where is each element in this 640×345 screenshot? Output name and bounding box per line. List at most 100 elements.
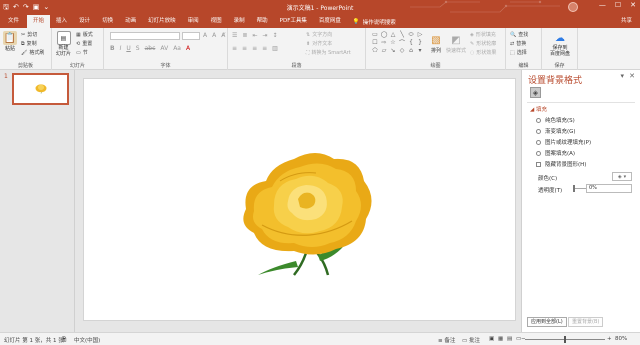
bold-icon[interactable]: B xyxy=(110,45,115,52)
shape-gallery-item[interactable]: ↘ xyxy=(389,47,397,54)
apply-to-all-button[interactable]: 应用到全部(L) xyxy=(527,317,567,327)
align-center-icon[interactable]: ≡ xyxy=(242,45,247,52)
picture-fill-option[interactable]: 图片或纹理填充(P) xyxy=(536,138,591,146)
tab-view[interactable]: 视图 xyxy=(205,15,228,28)
pattern-fill-option[interactable]: 图案填充(A) xyxy=(536,149,575,157)
align-left-icon[interactable]: ≡ xyxy=(232,45,237,52)
shape-gallery-item[interactable]: ◇ xyxy=(398,47,406,54)
tab-help[interactable]: 帮助 xyxy=(251,15,274,28)
select-button[interactable]: ⬚ 选择 xyxy=(510,49,527,57)
clear-format-icon[interactable]: Ⱥ xyxy=(221,32,225,39)
radio-picture-fill[interactable] xyxy=(536,139,541,145)
shape-gallery-item[interactable]: ⬠ xyxy=(371,47,379,54)
shape-gallery-item[interactable]: ▱ xyxy=(380,47,388,54)
minimize-icon[interactable]: — xyxy=(599,1,606,9)
tab-slideshow[interactable]: 幻灯片放映 xyxy=(142,15,182,28)
shadow-icon[interactable]: S xyxy=(136,45,140,52)
reset-button[interactable]: ⟲ 重置 xyxy=(76,40,92,48)
user-avatar[interactable] xyxy=(568,2,578,12)
close-icon[interactable]: ✕ xyxy=(630,1,636,9)
checkbox-hide-graphics[interactable] xyxy=(536,161,541,167)
font-color-icon[interactable]: A xyxy=(186,45,190,52)
slide-sorter-icon[interactable]: ▦ xyxy=(498,336,503,342)
slide-canvas[interactable] xyxy=(83,78,516,321)
line-spacing-icon[interactable]: ↕ xyxy=(272,32,277,39)
find-button[interactable]: 🔍 查找 xyxy=(510,31,528,39)
replace-button[interactable]: ⇄ 替换 xyxy=(510,40,526,48)
transparency-input[interactable]: 0% xyxy=(586,184,632,193)
solid-fill-option[interactable]: 纯色填充(S) xyxy=(536,116,575,124)
smartart-button[interactable]: ⛶ 转换为 SmartArt xyxy=(306,49,351,57)
increase-indent-icon[interactable]: ⇥ xyxy=(262,32,267,39)
shapes-gallery[interactable]: ▭ ◯ △ ╲ ⬭ ▷ ☐ ⇨ ☆ ⌒{} ⬠ ▱ ↘ ◇ ⌂ ▾ xyxy=(371,31,427,55)
shape-gallery-item[interactable]: ◯ xyxy=(380,31,388,38)
change-case-icon[interactable]: Aa xyxy=(173,45,181,52)
strikethrough-icon[interactable]: abc xyxy=(145,45,156,52)
comments-button[interactable]: ▭ 批注 xyxy=(462,336,480,344)
layout-button[interactable]: ▦ 版式 xyxy=(76,31,93,39)
arrange-button[interactable]: ▧ 排列 xyxy=(429,33,443,55)
cut-button[interactable]: ✂ 剪切 xyxy=(21,31,37,39)
italic-icon[interactable]: I xyxy=(120,45,122,52)
tab-transitions[interactable]: 切换 xyxy=(96,15,119,28)
paste-button[interactable]: 📋 粘贴 xyxy=(3,31,17,52)
align-right-icon[interactable]: ≡ xyxy=(252,45,257,52)
shape-gallery-item[interactable]: △ xyxy=(389,31,397,38)
tab-home[interactable]: 开始 xyxy=(27,15,51,28)
decrease-indent-icon[interactable]: ⇤ xyxy=(252,32,257,39)
underline-icon[interactable]: U xyxy=(126,45,130,52)
char-spacing-icon[interactable]: AV xyxy=(160,45,168,52)
bullets-icon[interactable]: ☰ xyxy=(232,32,237,39)
zoom-level[interactable]: 80% xyxy=(615,336,627,342)
tell-me-search[interactable]: 💡 操作说明搜索 xyxy=(347,15,396,28)
reset-background-button[interactable]: 重置背景(B) xyxy=(568,317,604,327)
radio-gradient-fill[interactable] xyxy=(536,128,541,134)
pane-menu-icon[interactable]: ▾ xyxy=(620,72,624,80)
shape-gallery-item[interactable]: ⬭ xyxy=(407,31,415,38)
color-picker-button[interactable]: ◈ ▾ xyxy=(612,172,632,181)
shape-outline-button[interactable]: ✎ 形状轮廓 xyxy=(470,40,496,48)
font-size-input[interactable] xyxy=(182,32,200,40)
shape-effects-button[interactable]: ◌ 形状效果 xyxy=(470,49,496,57)
yellow-rose-image[interactable] xyxy=(232,141,380,279)
tab-insert[interactable]: 插入 xyxy=(50,15,73,28)
zoom-in-icon[interactable]: + xyxy=(607,336,612,342)
tab-baidu-netdisk[interactable]: 百度网盘 xyxy=(313,15,347,28)
shape-fill-button[interactable]: ◈ 形状填充 xyxy=(470,31,496,39)
shape-gallery-item[interactable]: ⌂ xyxy=(407,47,415,54)
columns-icon[interactable]: ▥ xyxy=(272,45,278,52)
shape-gallery-item[interactable]: ☆ xyxy=(389,39,397,46)
tab-review[interactable]: 审阅 xyxy=(182,15,205,28)
tab-animations[interactable]: 动画 xyxy=(119,15,142,28)
shape-gallery-item[interactable]: ⌒ xyxy=(398,39,406,47)
copy-button[interactable]: ⧉ 复制 xyxy=(21,40,37,48)
justify-icon[interactable]: ≡ xyxy=(262,45,267,52)
share-button[interactable]: 共享 xyxy=(613,15,640,28)
grow-font-icon[interactable]: A xyxy=(203,32,207,39)
align-text-button[interactable]: ⬍ 对齐文本 xyxy=(306,40,332,48)
section-button[interactable]: ▭ 节 xyxy=(76,49,88,57)
shape-gallery-item[interactable]: ▷ xyxy=(416,31,424,38)
save-to-baidu-button[interactable]: ☁ 保存到 百度网盘 xyxy=(545,31,575,58)
tab-file[interactable]: 文件 xyxy=(0,15,27,28)
pane-close-icon[interactable]: ✕ xyxy=(629,72,635,80)
quick-styles-button[interactable]: ◩ 快速样式 xyxy=(446,33,466,55)
radio-solid-fill[interactable] xyxy=(536,117,541,123)
numbering-icon[interactable]: ≣ xyxy=(242,32,247,39)
shape-gallery-item[interactable]: ☐ xyxy=(371,39,379,46)
spellcheck-icon[interactable]: 🗎 xyxy=(62,336,66,345)
shape-gallery-item[interactable]: } xyxy=(416,39,424,46)
language-status[interactable]: 中文(中国) xyxy=(74,336,100,344)
format-painter-button[interactable]: 🖌 格式刷 xyxy=(21,49,44,57)
tab-record[interactable]: 录制 xyxy=(228,15,251,28)
hide-graphics-option[interactable]: 隐藏背景图形(H) xyxy=(536,160,586,168)
shape-gallery-item[interactable]: ⇨ xyxy=(380,39,388,46)
shape-gallery-item[interactable]: ▭ xyxy=(371,31,379,38)
zoom-slider-thumb[interactable] xyxy=(564,336,566,343)
font-name-input[interactable] xyxy=(110,32,180,40)
new-slide-button[interactable]: ▤ 新建 幻灯片 xyxy=(56,31,71,57)
normal-view-icon[interactable]: ▣ xyxy=(489,336,494,342)
shape-gallery-item[interactable]: ▾ xyxy=(416,47,424,54)
notes-button[interactable]: ≡ 备注 xyxy=(438,336,455,344)
tab-design[interactable]: 设计 xyxy=(73,15,96,28)
